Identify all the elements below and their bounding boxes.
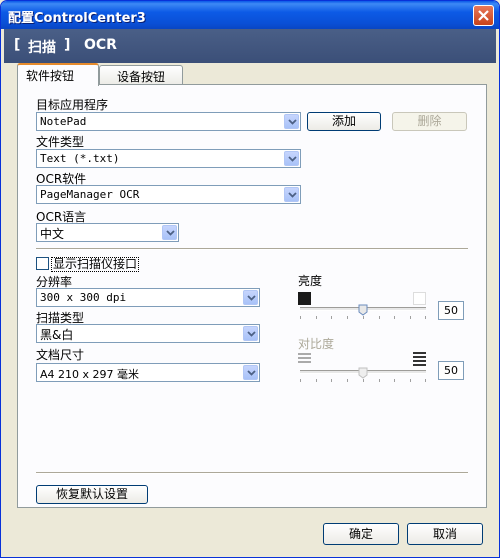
header-bracket-open: [ <box>14 37 21 53</box>
contrast-value[interactable]: 50 <box>438 361 464 380</box>
document-size-label: 文档尺寸 <box>36 348 85 362</box>
header-section: 扫描 <box>28 40 56 56</box>
dropdown-button[interactable] <box>284 114 299 129</box>
resolution-select[interactable]: 300 x 300 dpi <box>36 288 260 307</box>
header-subsection: OCR <box>84 37 117 53</box>
contrast-slider-thumb[interactable] <box>358 367 368 379</box>
section-divider <box>36 248 468 250</box>
low-contrast-icon <box>298 353 311 363</box>
light-square-icon <box>413 292 426 305</box>
dropdown-button[interactable] <box>284 187 299 202</box>
dropdown-button[interactable] <box>162 225 177 240</box>
file-type-label: 文件类型 <box>36 135 85 149</box>
file-type-value: Text (*.txt) <box>40 152 120 165</box>
contrast-label: 对比度 <box>298 337 335 351</box>
scanner-interface-checkbox[interactable] <box>36 257 49 270</box>
bottom-divider <box>36 472 468 474</box>
ocr-language-value: 中文 <box>40 227 65 241</box>
dropdown-button[interactable] <box>284 151 299 166</box>
ocr-language-select[interactable]: 中文 <box>36 223 179 242</box>
delete-button[interactable]: 删除 <box>392 112 467 131</box>
window-title: 配置ControlCenter3 <box>8 11 146 26</box>
config-window: 配置ControlCenter3 [ 扫描 ] OCR 软件按钮 设备按钮 目标… <box>0 0 500 558</box>
dropdown-button[interactable] <box>243 290 258 305</box>
ok-button[interactable]: 确定 <box>323 523 399 545</box>
target-app-label: 目标应用程序 <box>36 98 109 112</box>
scanner-interface-label[interactable]: 显示扫描仪接口 <box>51 257 140 272</box>
chevron-down-icon <box>288 119 297 125</box>
section-header: [ 扫描 ] OCR <box>4 29 496 63</box>
target-app-select[interactable]: NotePad <box>36 112 301 131</box>
add-button[interactable]: 添加 <box>307 112 381 131</box>
high-contrast-icon <box>413 352 426 366</box>
contrast-ticks <box>300 379 426 383</box>
brightness-label: 亮度 <box>298 274 323 288</box>
resolution-value: 300 x 300 dpi <box>40 291 127 304</box>
tab-panel: 目标应用程序 NotePad 添加 删除 文件类型 Text (*.txt) O… <box>17 84 487 508</box>
tab-software-button[interactable]: 软件按钮 <box>17 63 99 86</box>
ocr-software-select[interactable]: PageManager OCR <box>36 185 301 204</box>
dark-square-icon <box>298 292 311 305</box>
title-bar[interactable]: 配置ControlCenter3 <box>1 1 499 29</box>
ocr-software-value: PageManager OCR <box>40 188 140 201</box>
chevron-down-icon <box>288 192 297 198</box>
restore-defaults-button[interactable]: 恢复默认设置 <box>36 485 148 504</box>
brightness-ticks <box>300 316 426 320</box>
target-app-value: NotePad <box>40 115 87 128</box>
chevron-down-icon <box>166 230 175 236</box>
dropdown-button[interactable] <box>243 326 258 341</box>
file-type-select[interactable]: Text (*.txt) <box>36 149 301 168</box>
brightness-value[interactable]: 50 <box>438 301 464 320</box>
dropdown-button[interactable] <box>243 365 258 380</box>
chevron-down-icon <box>288 156 297 162</box>
document-size-value: A4 210 x 297 毫米 <box>40 368 140 381</box>
chevron-down-icon <box>247 295 256 301</box>
scan-type-select[interactable]: 黑&白 <box>36 324 260 343</box>
close-icon <box>478 10 489 21</box>
close-button[interactable] <box>473 5 494 26</box>
tab-device-button[interactable]: 设备按钮 <box>99 65 183 85</box>
chevron-down-icon <box>247 370 256 376</box>
chevron-down-icon <box>247 331 256 337</box>
header-bracket-close: ] <box>64 37 71 53</box>
cancel-button[interactable]: 取消 <box>407 523 483 545</box>
brightness-slider-thumb[interactable] <box>358 304 368 316</box>
document-size-select[interactable]: A4 210 x 297 毫米 <box>36 363 260 382</box>
scan-type-value: 黑&白 <box>40 328 74 342</box>
